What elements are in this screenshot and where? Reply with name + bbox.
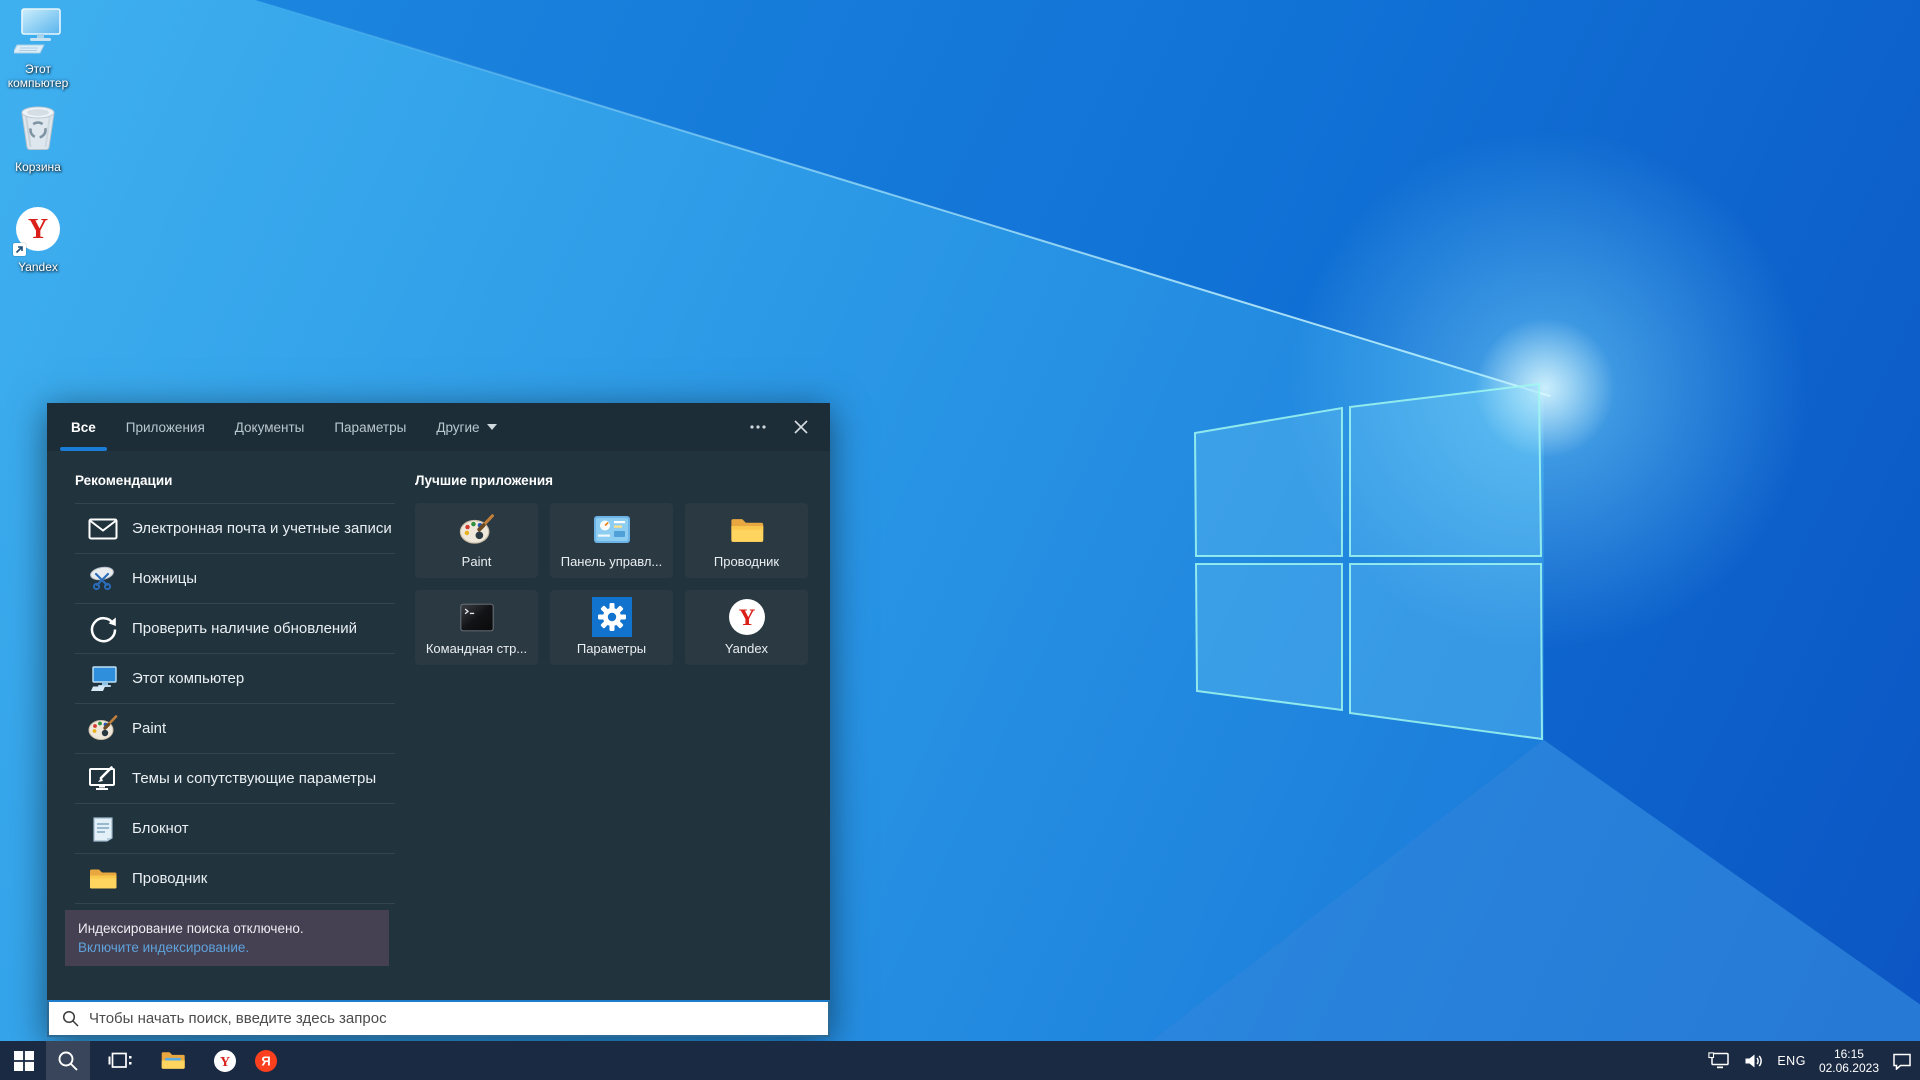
mail-icon — [88, 514, 118, 544]
windows-start-icon — [14, 1050, 34, 1071]
notice-text: Индексирование поиска отключено. — [78, 921, 304, 936]
paint-icon — [459, 510, 495, 550]
this-pc-icon — [88, 664, 118, 694]
paint-icon — [88, 714, 118, 744]
action-center-icon[interactable] — [1892, 1052, 1912, 1070]
list-item-themes[interactable]: Темы и сопутствующие параметры — [75, 754, 395, 804]
top-apps-title: Лучшие приложения — [415, 473, 554, 488]
enable-indexing-link[interactable]: Включите индексирование. — [78, 938, 377, 957]
desktop-icon-label: Этот компьютер — [7, 62, 69, 90]
svg-text:Я: Я — [261, 1053, 270, 1068]
tab-more[interactable]: Другие — [436, 420, 497, 435]
yandex-app-icon: Я — [255, 1049, 277, 1072]
list-item-snipping-tool[interactable]: Ножницы — [75, 554, 395, 604]
yandex-icon: Y — [728, 597, 766, 637]
recommendations-section: Рекомендации Электронная почта и учетные… — [65, 473, 395, 1000]
see-more-icon[interactable] — [750, 425, 766, 429]
yandex-app-button[interactable]: Я — [245, 1041, 287, 1080]
tile-control-panel[interactable]: Панель управл... — [550, 503, 673, 578]
list-item-notepad[interactable]: Блокнот — [75, 804, 395, 854]
taskbar: Y Я ENG 16:15 02.06.2023 — [0, 1041, 1920, 1080]
list-item-mail[interactable]: Электронная почта и учетные записи — [75, 504, 395, 554]
svg-text:Y: Y — [28, 214, 48, 245]
tile-cmd[interactable]: Командная стр... — [415, 590, 538, 665]
top-apps-section: Лучшие приложения Paint Панель управл...… — [415, 473, 808, 1000]
list-item-paint[interactable]: Paint — [75, 704, 395, 754]
clock-time: 16:15 — [1833, 1046, 1864, 1061]
volume-icon[interactable] — [1744, 1053, 1764, 1069]
notepad-icon — [88, 814, 118, 844]
windows-logo — [1193, 383, 1544, 741]
list-item-explorer[interactable]: Проводник — [75, 854, 395, 904]
indexing-notice: Индексирование поиска отключено. Включит… — [65, 910, 389, 966]
tab-apps[interactable]: Приложения — [126, 420, 205, 435]
active-tab-underline — [60, 447, 107, 451]
tile-paint[interactable]: Paint — [415, 503, 538, 578]
tile-explorer[interactable]: Проводник — [685, 503, 808, 578]
themes-icon — [88, 764, 118, 794]
update-icon — [88, 614, 118, 644]
close-icon[interactable] — [794, 420, 808, 434]
task-view-icon — [108, 1052, 132, 1068]
shortcut-arrow-icon — [13, 243, 26, 256]
desktop-icon-label: Yandex — [18, 260, 58, 274]
network-icon[interactable] — [1708, 1052, 1731, 1069]
desktop-icon-this-pc[interactable]: Этот компьютер — [0, 8, 82, 90]
file-explorer-button[interactable] — [151, 1041, 195, 1080]
explorer-folder-icon — [161, 1052, 185, 1069]
desktop-icon-label: Корзина — [15, 160, 61, 174]
clock-date: 02.06.2023 — [1818, 1060, 1879, 1075]
cmd-icon — [458, 597, 496, 637]
yandex-browser-icon: Y — [214, 1049, 236, 1072]
search-icon — [58, 1051, 78, 1071]
desktop-icon-recycle-bin[interactable]: Корзина — [0, 104, 82, 174]
recycle-bin-icon — [21, 106, 55, 151]
svg-text:Y: Y — [738, 605, 755, 630]
folder-icon — [88, 864, 118, 894]
list-item-check-updates[interactable]: Проверить наличие обновлений — [75, 604, 395, 654]
search-input[interactable] — [89, 1010, 828, 1027]
yandex-browser-button[interactable]: Y — [203, 1041, 247, 1080]
search-tabs: Все Приложения Документы Параметры Други… — [47, 403, 830, 451]
desktop-icon-yandex[interactable]: Y Yandex — [0, 206, 82, 274]
search-box[interactable] — [47, 1000, 830, 1037]
tile-settings[interactable]: Параметры — [550, 590, 673, 665]
system-tray: ENG 16:15 02.06.2023 — [1708, 1041, 1912, 1080]
list-item-this-pc[interactable]: Этот компьютер — [75, 654, 395, 704]
settings-gear-icon — [591, 597, 632, 637]
tab-documents[interactable]: Документы — [235, 420, 305, 435]
svg-text:Y: Y — [220, 1055, 230, 1070]
recommendations-title: Рекомендации — [75, 473, 173, 488]
snipping-tool-icon — [88, 564, 118, 594]
control-panel-icon — [592, 510, 632, 550]
tab-settings[interactable]: Параметры — [334, 420, 406, 435]
taskbar-search-button[interactable] — [46, 1041, 90, 1080]
start-button[interactable] — [4, 1041, 44, 1080]
this-pc-icon — [12, 8, 61, 54]
search-icon — [62, 1010, 79, 1027]
tab-all[interactable]: Все — [71, 420, 96, 435]
desktop: Этот компьютер Корзина Y Yandex Все Прил… — [0, 0, 1920, 1080]
clock[interactable]: 16:15 02.06.2023 — [1819, 1047, 1879, 1075]
windows-search-panel: Все Приложения Документы Параметры Други… — [47, 403, 830, 1037]
language-indicator[interactable]: ENG — [1777, 1054, 1806, 1068]
task-view-button[interactable] — [98, 1041, 142, 1080]
tile-yandex[interactable]: Y Yandex — [685, 590, 808, 665]
chevron-down-icon — [486, 424, 497, 430]
folder-icon — [729, 510, 765, 550]
